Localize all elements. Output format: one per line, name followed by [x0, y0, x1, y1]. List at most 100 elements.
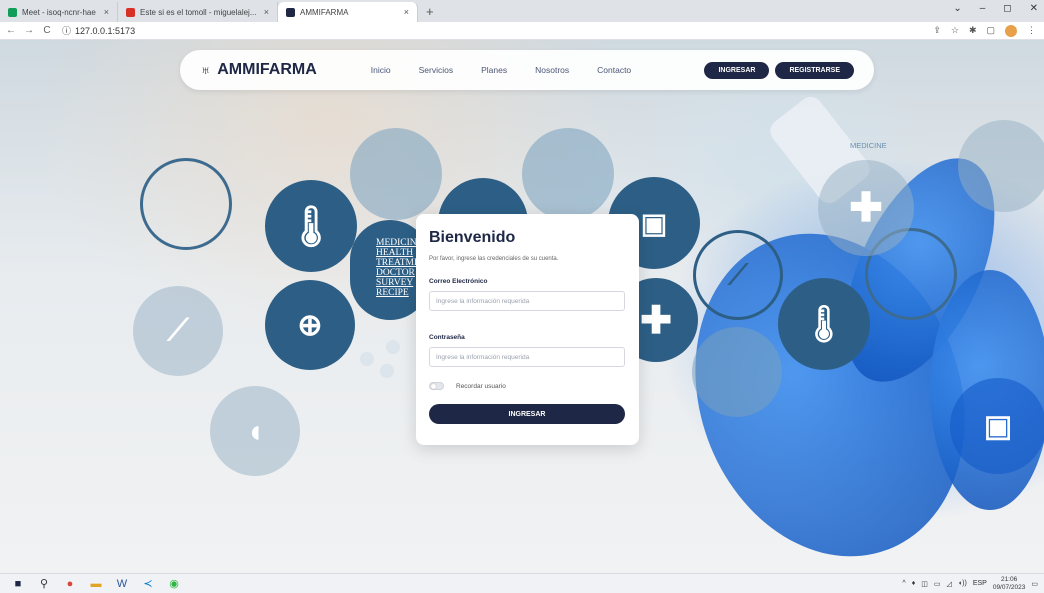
hospital-circle: ▣ [950, 378, 1044, 474]
hospital-icon: ▣ [983, 409, 1013, 443]
pill-icon: ◖ [245, 412, 265, 449]
language-indicator[interactable]: ESP [973, 580, 987, 587]
login-title: Bienvenido [429, 229, 516, 246]
thermometer-circle: 🌡 [778, 278, 870, 370]
thermometer-icon: 🌡 [285, 204, 337, 249]
wifi-icon[interactable]: ◿ [947, 580, 952, 588]
window-controls: ⌄ – ◻ ✕ [953, 3, 1038, 14]
nav-buttons: INGRESAR REGISTRARSE [704, 61, 854, 79]
close-tab-icon[interactable]: × [104, 7, 109, 17]
medkit-circle: ⊕ [265, 280, 355, 370]
search-icon[interactable]: ⚲ [38, 577, 50, 590]
clock-time: 21:06 [1000, 575, 1018, 583]
bookmark-star-icon[interactable]: ☆ [951, 25, 959, 36]
minimize-button[interactable]: – [980, 3, 986, 14]
tab-title: Meet - isoq-ncnr-hae [22, 7, 96, 17]
clock[interactable]: 21:06 09/07/2023 [993, 576, 1026, 592]
nav-link-servicios[interactable]: Servicios [405, 65, 467, 75]
nav-links: Inicio Servicios Planes Nosotros Contact… [357, 65, 645, 75]
windows-start-icon[interactable]: ■ [12, 578, 24, 590]
tab-search-icon[interactable]: ⌄ [953, 3, 961, 14]
syringe-icon: ⟋ [728, 258, 748, 290]
email-field[interactable] [429, 291, 625, 311]
decor-circle [522, 128, 614, 220]
profile-avatar[interactable] [1005, 24, 1017, 37]
info-icon[interactable]: ⓘ [62, 24, 71, 37]
login-submit-button[interactable]: INGRESAR [429, 404, 625, 424]
tab-gmail[interactable]: Este si es el tomoll - miguelalej... × [118, 2, 278, 22]
windows-taskbar: ■ ⚲ ● ▬ W ≺ ◉ ^ ♦ ◫ ▭ ◿ ◖)) ESP 21:06 09… [0, 573, 1044, 593]
vscode-icon[interactable]: ≺ [142, 577, 154, 590]
file-explorer-icon[interactable]: ▬ [90, 578, 102, 590]
thermometer-icon: 🌡 [801, 303, 847, 344]
reload-icon[interactable]: C [40, 25, 54, 36]
remember-row: Recordar usuario [429, 382, 626, 390]
nav-login-button[interactable]: INGRESAR [704, 61, 770, 79]
volume-icon[interactable]: ◖)) [958, 580, 967, 587]
decor-circle [350, 128, 442, 220]
tray-chevron-icon[interactable]: ^ [902, 580, 905, 587]
thermometer-circle: 🌡 [265, 180, 357, 272]
taskbar-apps: ■ ⚲ ● ▬ W ≺ ◉ [12, 577, 180, 591]
login-card: Bienvenido Por favor, ingrese las creden… [416, 214, 639, 445]
nav-register-button[interactable]: REGISTRARSE [775, 61, 854, 79]
mortar-pestle-icon: ♅ [200, 61, 212, 79]
remember-label: Recordar usuario [456, 382, 506, 390]
plus-circle: ✚ [818, 160, 914, 256]
decor-circle [958, 120, 1044, 212]
tab-meet[interactable]: Meet - isoq-ncnr-hae × [0, 2, 118, 22]
ammifarma-favicon [286, 7, 295, 17]
new-tab-button[interactable]: + [418, 4, 442, 22]
url-text: 127.0.0.1:5173 [75, 25, 136, 36]
menu-icon[interactable]: ⋮ [1027, 25, 1036, 36]
back-icon[interactable]: ← [4, 25, 18, 36]
tab-title: Este si es el tomoll - miguelalej... [140, 7, 257, 17]
nav-link-contacto[interactable]: Contacto [583, 65, 645, 75]
syringe-circle: ⟋ [133, 286, 223, 376]
pill-circle: ◖ [210, 386, 300, 476]
email-label: Correo Electrónico [429, 278, 488, 285]
browser-tab-bar: Meet - isoq-ncnr-hae × Este si es el tom… [0, 0, 1044, 22]
gmail-favicon [126, 7, 135, 17]
notifications-icon[interactable]: ▭ [1031, 580, 1038, 588]
molecule-icon [360, 340, 410, 380]
medkit-icon: ⊕ [297, 308, 323, 342]
tab-title: AMMIFARMA [300, 7, 349, 17]
brand-logo[interactable]: ♅ AMMIFARMA [200, 61, 317, 79]
forward-icon[interactable]: → [22, 25, 36, 36]
nav-link-planes[interactable]: Planes [467, 65, 521, 75]
sidepanel-icon[interactable]: ▢ [986, 25, 995, 36]
nav-link-inicio[interactable]: Inicio [357, 65, 405, 75]
address-bar: ← → C ⓘ 127.0.0.1:5173 ⇪ ☆ ✱ ▢ ⋮ [0, 22, 1044, 40]
chrome-icon[interactable]: ● [64, 578, 76, 590]
extensions-icon[interactable]: ✱ [969, 25, 977, 36]
whatsapp-icon[interactable]: ◉ [168, 577, 180, 590]
close-tab-icon[interactable]: × [264, 7, 269, 17]
word-icon[interactable]: W [116, 578, 128, 590]
password-field[interactable] [429, 347, 625, 367]
password-label: Contraseña [429, 334, 465, 341]
network-icon[interactable]: ◫ [921, 580, 928, 588]
login-subtitle: Por favor, ingrese las credenciales de s… [429, 256, 559, 262]
meet-favicon [8, 7, 17, 17]
mic-icon[interactable]: ♦ [912, 580, 916, 587]
remember-toggle[interactable] [429, 382, 444, 390]
syringe-icon: ⟋ [167, 314, 189, 347]
battery-icon[interactable]: ▭ [934, 580, 941, 588]
clock-date: 09/07/2023 [992, 583, 1026, 591]
close-tab-icon[interactable]: × [404, 7, 409, 17]
tab-ammifarma[interactable]: AMMIFARMA × [278, 2, 418, 22]
syringe-ring: ⟋ [693, 230, 783, 320]
toolbar-actions: ⇪ ☆ ✱ ▢ ⋮ [933, 24, 1036, 37]
brand-name: AMMIFARMA [217, 61, 317, 78]
outline-circle [140, 158, 232, 250]
page-viewport: 🌡 ▣ MEDICINE HEALTH TREATME DOCTOR SURVE… [0, 40, 1044, 573]
main-navbar: ♅ AMMIFARMA Inicio Servicios Planes Noso… [180, 50, 874, 90]
close-window-button[interactable]: ✕ [1030, 3, 1038, 14]
nav-link-nosotros[interactable]: Nosotros [521, 65, 583, 75]
share-icon[interactable]: ⇪ [933, 25, 941, 36]
maximize-button[interactable]: ◻ [1003, 3, 1011, 14]
url-field[interactable]: ⓘ 127.0.0.1:5173 [62, 24, 135, 37]
plus-icon: ✚ [849, 186, 883, 230]
decor-circle [692, 327, 782, 417]
